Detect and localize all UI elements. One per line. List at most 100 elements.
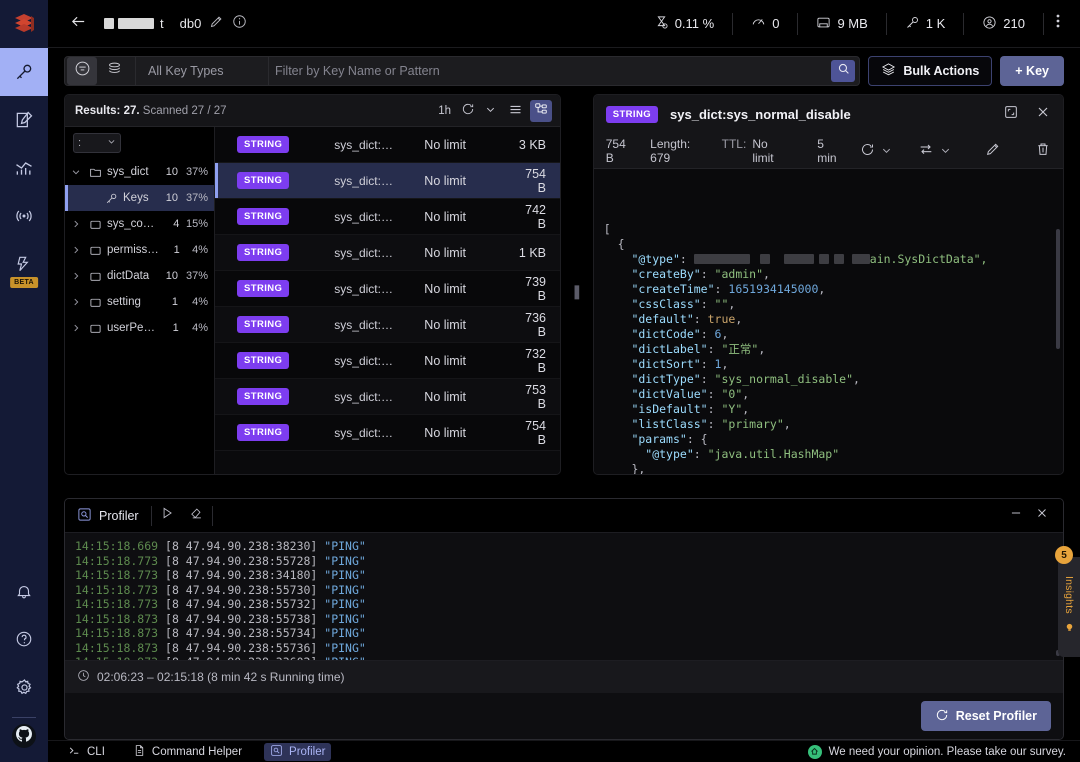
rail-item-github[interactable] xyxy=(12,724,36,748)
refresh-keys-button[interactable] xyxy=(461,102,475,119)
close-details-button[interactable] xyxy=(1035,104,1051,125)
namespace-tree: : sys_dict 10 37% Keys 10 37% sys_config 4 15% pe… xyxy=(65,127,215,474)
key-list-row[interactable]: STRING sys_dict:… No limit 754 B xyxy=(215,415,560,451)
rail-item-analysis-tools[interactable] xyxy=(0,144,48,192)
chevron-right-icon[interactable] xyxy=(69,245,83,255)
rail-item-pub-sub[interactable] xyxy=(0,192,48,240)
rail-item-settings[interactable] xyxy=(0,663,48,711)
key-list-row[interactable]: STRING sys_dict:… No limit 736 B xyxy=(215,307,560,343)
search-button[interactable] xyxy=(831,60,856,82)
fullscreen-button[interactable] xyxy=(1003,104,1019,125)
redacted-text-block xyxy=(851,254,870,264)
reset-profiler-button[interactable]: Reset Profiler xyxy=(920,701,1051,731)
back-button[interactable] xyxy=(64,10,92,38)
edit-value-button[interactable] xyxy=(985,141,1001,160)
tree-node-permission[interactable]: permission 1 4% xyxy=(65,237,214,263)
log-timestamp: 14:15:18.773 xyxy=(75,597,159,611)
value-scrollbar[interactable] xyxy=(1056,229,1060,349)
delimiter-select[interactable]: : xyxy=(73,133,121,153)
add-key-button[interactable]: + Key xyxy=(1000,56,1064,86)
tree-node-sysdict[interactable]: sys_dict 10 37% xyxy=(65,159,214,185)
refresh-icon xyxy=(860,142,875,160)
chevron-down-icon[interactable] xyxy=(69,167,83,177)
key-type-badge: STRING xyxy=(237,208,290,225)
edit-database-button[interactable] xyxy=(209,14,224,34)
key-list-row[interactable]: STRING sys_dict:… No limit 739 B xyxy=(215,271,560,307)
log-client: [8 47.94.90.238:34180] xyxy=(158,568,325,582)
rail-item-help[interactable] xyxy=(0,615,48,663)
value-format-button[interactable] xyxy=(918,141,934,160)
value-format-options-button[interactable] xyxy=(940,145,951,156)
scan-more-button[interactable] xyxy=(99,57,129,85)
key-types-select[interactable]: All Key Types xyxy=(142,64,262,78)
metric-memory[interactable]: 9 MB xyxy=(798,12,887,35)
profiler-start-button[interactable] xyxy=(152,499,182,533)
key-list-row[interactable]: STRING sys_dict:… No limit 732 B xyxy=(215,343,560,379)
profiler-log[interactable]: 14:15:18.669 [8 47.94.90.238:38230] "PIN… xyxy=(65,533,1063,660)
bulk-actions-button[interactable]: Bulk Actions xyxy=(868,56,993,86)
survey-link[interactable]: We need your opinion. Please take our su… xyxy=(807,744,1066,759)
profiler-clear-button[interactable] xyxy=(182,499,212,533)
key-type-badge: STRING xyxy=(237,280,290,297)
statusbar-item-profiler[interactable]: Profiler xyxy=(264,742,332,761)
database-name[interactable]: t xyxy=(104,16,164,31)
key-ttl-value[interactable]: No limit xyxy=(752,137,781,165)
value-line: "dictValue": "0", xyxy=(631,387,750,401)
refresh-options-button[interactable] xyxy=(485,104,496,118)
refresh-icon xyxy=(935,708,949,725)
tree-node-keys[interactable]: Keys 10 37% xyxy=(65,185,214,211)
keys-browser-pane: Results: 27. Scanned 27 / 27 1h: sys_di… xyxy=(64,94,561,475)
key-list-row[interactable]: STRING sys_dict:… No limit 742 B xyxy=(215,199,560,235)
detail-refresh-options-button[interactable] xyxy=(881,145,892,156)
metric-cpu[interactable]: 0.11 % xyxy=(636,12,734,35)
search-input[interactable] xyxy=(275,64,832,78)
chevron-right-icon[interactable] xyxy=(69,271,83,281)
rail-item-workbench[interactable] xyxy=(0,96,48,144)
folder-icon xyxy=(87,270,103,283)
tree-node-userper[interactable]: userPer… 1 4% xyxy=(65,315,214,341)
document-icon xyxy=(133,744,146,760)
statusbar-item-command-helper[interactable]: Command Helper xyxy=(127,743,248,761)
chevron-right-icon[interactable] xyxy=(69,297,83,307)
rail-item-notifications[interactable] xyxy=(0,567,48,615)
key-list-row[interactable]: STRING sys_dict:… No limit 3 KB xyxy=(215,127,560,163)
main-column: t db0 0.11 % 0 9 MB 1 K 210 All Key Type… xyxy=(48,0,1080,762)
list-view-button[interactable] xyxy=(504,100,526,122)
tree-node-sysconfig[interactable]: sys_config 4 15% xyxy=(65,211,214,237)
pane-resize-handle[interactable]: ❚ xyxy=(571,94,583,488)
delete-key-button[interactable] xyxy=(1035,141,1051,160)
detail-refresh-button[interactable] xyxy=(860,142,875,160)
tree-node-setting[interactable]: setting 1 4% xyxy=(65,289,214,315)
key-list-row[interactable]: STRING sys_dict:… No limit 754 B xyxy=(215,163,560,199)
key-value-viewer[interactable]: [ { "@type": ain.SysDictData", "createBy… xyxy=(593,169,1063,474)
rail-item-browser[interactable] xyxy=(0,48,48,96)
chevron-right-icon[interactable] xyxy=(69,219,83,229)
tree-node-dictdata[interactable]: dictData 10 37% xyxy=(65,263,214,289)
chevron-right-icon[interactable] xyxy=(69,323,83,333)
profiler-close-button[interactable] xyxy=(1029,499,1055,533)
log-command: "PING" xyxy=(324,655,366,660)
insights-tab[interactable]: 5 Insights xyxy=(1055,546,1080,657)
header-kebab-menu-button[interactable] xyxy=(1044,13,1072,34)
app-header: t db0 0.11 % 0 9 MB 1 K 210 xyxy=(48,0,1080,48)
profiler-log-line: 14:15:18.773 [8 47.94.90.238:55730] "PIN… xyxy=(75,583,1053,598)
key-list-row[interactable]: STRING sys_dict:… No limit 753 B xyxy=(215,379,560,415)
database-info-button[interactable] xyxy=(232,14,247,34)
profiler-minimize-button[interactable] xyxy=(1003,499,1029,533)
key-list-row[interactable]: STRING sys_dict:… No limit 1 KB xyxy=(215,235,560,271)
metric-connected-clients[interactable]: 210 xyxy=(964,12,1044,35)
log-timestamp: 14:15:18.773 xyxy=(75,553,159,568)
tree-view-button[interactable] xyxy=(530,99,552,122)
filter-button[interactable] xyxy=(67,57,97,85)
tree-rows: sys_dict 10 37% Keys 10 37% sys_config 4 15% perm… xyxy=(65,159,214,474)
database-index[interactable]: db0 xyxy=(180,16,202,31)
value-line: "@type": ain.SysDictData", xyxy=(631,252,988,266)
metric-commands-per-sec[interactable]: 0 xyxy=(733,12,799,35)
app-root: BETA t db0 0.11 % 0 9 MB 1 K 210 All Key… xyxy=(0,0,1080,762)
key-name: sys_dict:… xyxy=(334,425,393,440)
metric-total-keys[interactable]: 1 K xyxy=(887,12,965,35)
database-name-suffix: t xyxy=(160,16,164,31)
statusbar-item-cli[interactable]: CLI xyxy=(62,743,111,761)
tree-node-label: Keys xyxy=(123,192,149,204)
rail-item-triggers-and-functions[interactable]: BETA xyxy=(0,240,48,288)
